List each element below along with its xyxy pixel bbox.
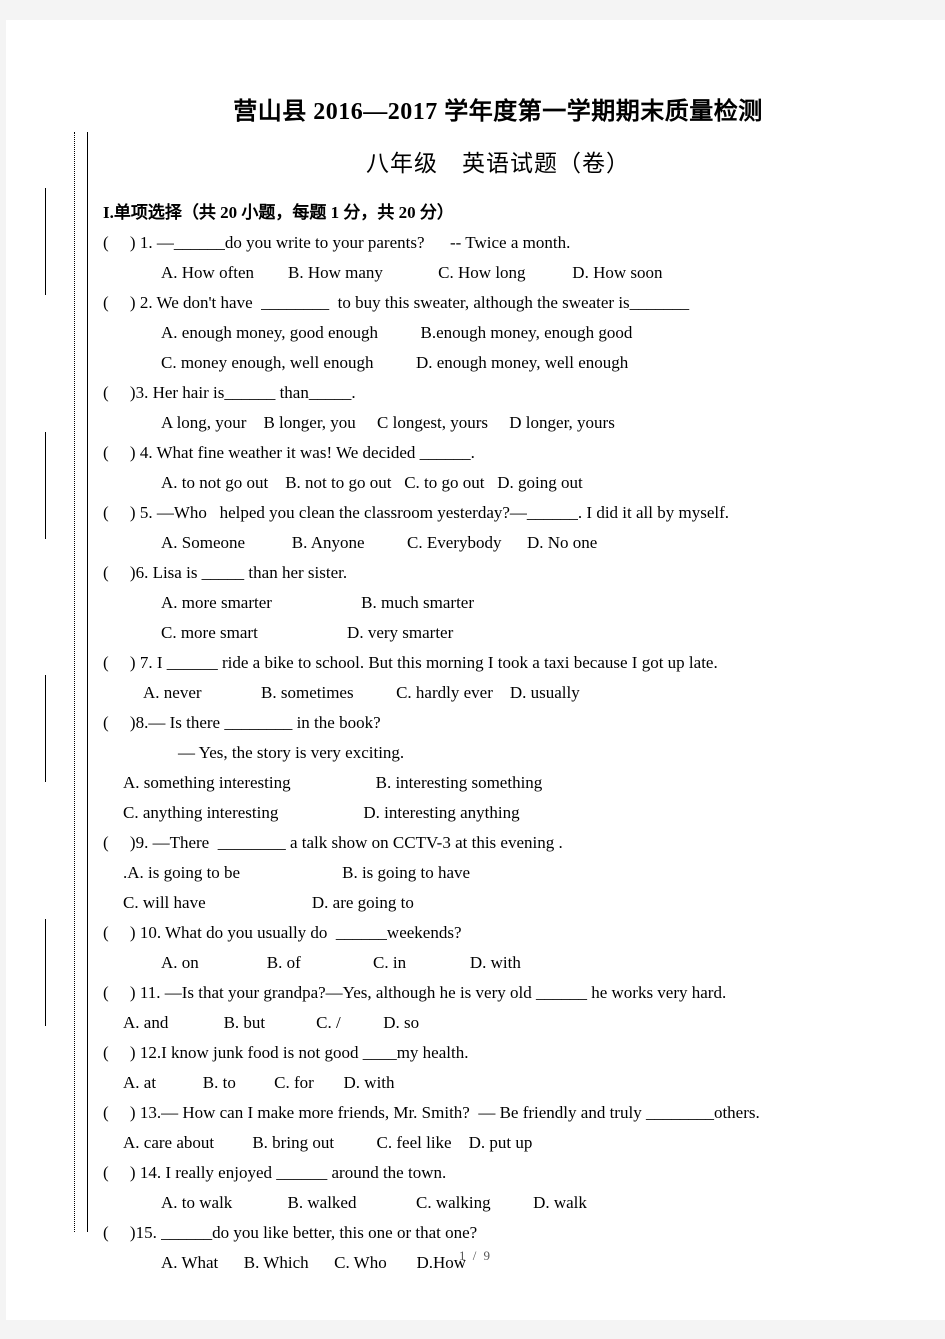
question-options: .A. is going to be B. is going to have: [123, 863, 471, 882]
margin-dotted-line: [74, 132, 75, 1232]
question-stem: ( )6. Lisa is _____ than her sister.: [103, 563, 348, 582]
section-heading: I.单项选择（共 20 小题，每题 1 分，共 20 分）: [103, 203, 454, 222]
question-stem: ( )9. —There ________ a talk show on CCT…: [103, 833, 563, 852]
question-options: A. on B. of C. in D. with: [161, 953, 521, 972]
question-options: A. to walk B. walked C. walking D. walk: [161, 1193, 587, 1212]
question-stem-continued: — Yes, the story is very exciting.: [178, 743, 405, 762]
question-options: C. anything interesting D. interesting a…: [123, 803, 520, 822]
question-options: A long, your B longer, you C longest, yo…: [161, 413, 615, 432]
question-stem: ( ) 11. —Is that your grandpa?—Yes, alth…: [103, 983, 727, 1002]
question-options: C. money enough, well enough D. enough m…: [161, 353, 629, 372]
margin-tick-mark: [45, 919, 46, 1026]
question-stem: ( ) 7. I ______ ride a bike to school. B…: [103, 653, 718, 672]
question-stem: ( )15. ______do you like better, this on…: [103, 1223, 478, 1242]
question-options: A. enough money, good enough B.enough mo…: [161, 323, 633, 342]
margin-solid-line: [87, 132, 88, 1232]
question-stem: ( ) 14. I really enjoyed ______ around t…: [103, 1163, 447, 1182]
question-options: A. something interesting B. interesting …: [123, 773, 543, 792]
page-number: 1 / 9: [458, 1248, 493, 1263]
margin-tick-mark: [45, 432, 46, 539]
question-stem: ( ) 4. What fine weather it was! We deci…: [103, 443, 475, 462]
question-stem: ( ) 1. —______do you write to your paren…: [103, 233, 571, 252]
margin-tick-mark: [45, 188, 46, 295]
question-stem: ( )3. Her hair is______ than_____.: [103, 383, 356, 402]
question-options: A. care about B. bring out C. feel like …: [123, 1133, 533, 1152]
question-options: A. Someone B. Anyone C. Everybody D. No …: [161, 533, 598, 552]
question-options: C. more smart D. very smarter: [161, 623, 454, 642]
margin-tick-mark: [45, 675, 46, 782]
question-stem: ( )8.— Is there ________ in the book?: [103, 713, 381, 732]
page-sheet: 营山县 2016—2017 学年度第一学期期末质量检测 八年级 英语试题（卷） …: [6, 20, 945, 1320]
question-stem: ( ) 2. We don't have ________ to buy thi…: [103, 293, 690, 312]
question-options: A. never B. sometimes C. hardly ever D. …: [143, 683, 580, 702]
question-stem: ( ) 5. —Who helped you clean the classro…: [103, 503, 730, 522]
question-options: A. at B. to C. for D. with: [123, 1073, 395, 1092]
document-subtitle: 八年级 英语试题（卷）: [366, 151, 630, 176]
document-title: 营山县 2016—2017 学年度第一学期期末质量检测: [233, 99, 763, 125]
question-stem: ( ) 10. What do you usually do ______wee…: [103, 923, 462, 942]
question-options: A. and B. but C. / D. so: [123, 1013, 420, 1032]
question-stem: ( ) 12.I know junk food is not good ____…: [103, 1043, 469, 1062]
question-options: C. will have D. are going to: [123, 893, 414, 912]
question-options: A. How often B. How many C. How long D. …: [161, 263, 663, 282]
question-options: A. more smarter B. much smarter: [161, 593, 475, 612]
document-content: 营山县 2016—2017 学年度第一学期期末质量检测 八年级 英语试题（卷） …: [103, 100, 893, 1271]
question-stem: ( ) 13.— How can I make more friends, Mr…: [103, 1103, 760, 1122]
question-options: A. to not go out B. not to go out C. to …: [161, 473, 583, 492]
